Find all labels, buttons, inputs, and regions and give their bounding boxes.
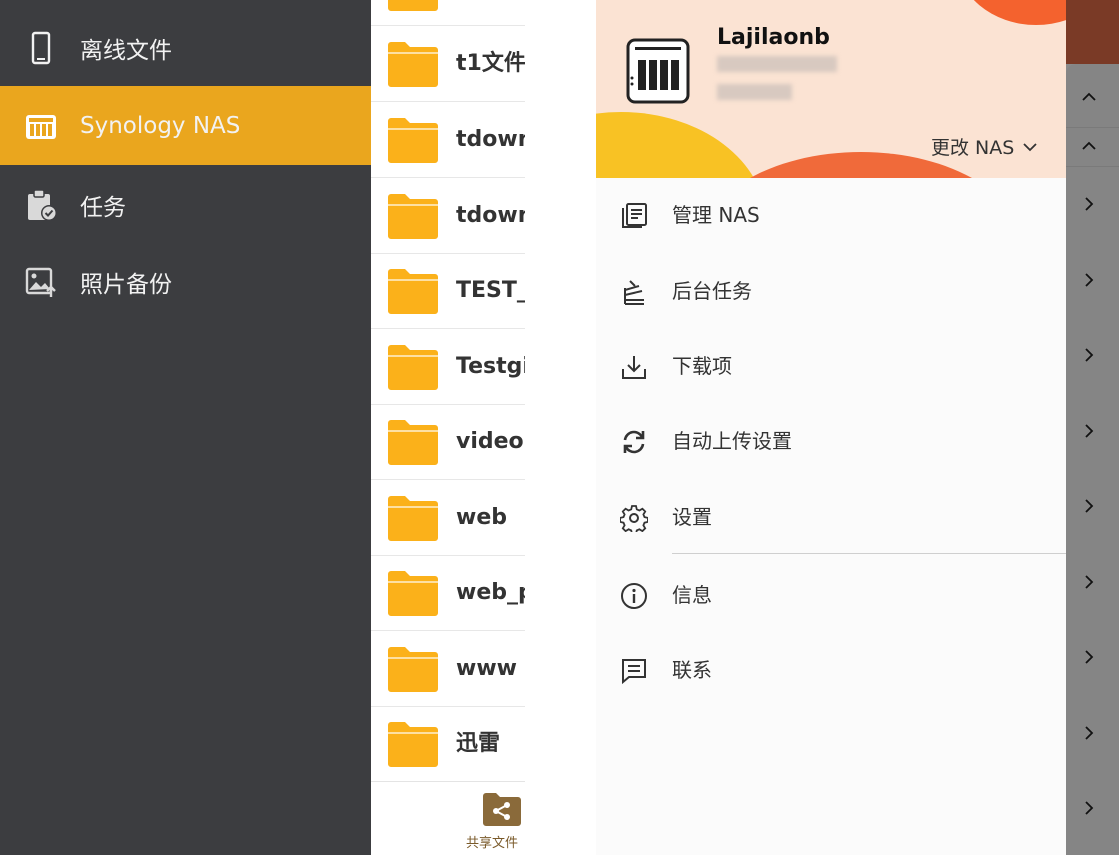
file-name: www (456, 656, 517, 681)
folder-icon (388, 345, 438, 390)
sidebar-item-label: Synology NAS (80, 112, 241, 139)
change-nas-label: 更改 NAS (931, 137, 1015, 159)
sidebar-item-offline-files[interactable]: 离线文件 (0, 8, 371, 87)
chevron-right-icon[interactable] (1082, 650, 1096, 664)
list-item[interactable] (371, 0, 525, 26)
drawer-gap (525, 0, 596, 855)
sidebar-item-label: 照片备份 (80, 271, 172, 298)
drawer-header: Lajilaonb 更改 NAS (596, 0, 1066, 178)
list-item[interactable]: t1文件 (371, 26, 525, 102)
chevron-down-icon (1023, 142, 1037, 151)
phone-icon (31, 31, 51, 64)
folder-icon (388, 420, 438, 465)
chevron-right-icon[interactable] (1082, 575, 1096, 589)
nas-drive-icon (26, 114, 56, 139)
menu-item-label: 自动上传设置 (672, 429, 792, 453)
file-name: Testgit (456, 354, 525, 379)
list-item[interactable]: web_p (371, 555, 525, 631)
divider (1066, 127, 1119, 128)
sidebar-item-synology-nas[interactable]: Synology NAS (0, 86, 371, 165)
header-decoration (596, 112, 766, 178)
chevron-up-icon[interactable] (1082, 139, 1096, 153)
file-name: web (456, 505, 507, 530)
divider (672, 553, 1066, 554)
folder-icon (388, 571, 438, 616)
menu-item-settings[interactable]: 设置 (596, 480, 1066, 555)
chevron-right-icon[interactable] (1082, 499, 1096, 513)
gear-icon (620, 505, 648, 532)
list-item[interactable]: tdownl (371, 178, 525, 254)
menu-item-label: 联系 (672, 658, 712, 682)
file-name: tdownl (456, 203, 525, 228)
download-icon (622, 356, 646, 379)
list-item[interactable]: Testgit (371, 329, 525, 405)
sync-icon (623, 430, 645, 454)
redacted-text (717, 56, 837, 72)
sidebar-item-tasks[interactable]: 任务 (0, 165, 371, 244)
folder-icon (388, 269, 438, 314)
menu-item-label: 信息 (672, 583, 712, 607)
nas-drawer: Lajilaonb 更改 NAS 管理 NAS 后台任务 下载项 自动上传设置 … (596, 0, 1066, 855)
file-name: video (456, 429, 524, 454)
menu-item-auto-upload[interactable]: 自动上传设置 (596, 404, 1066, 479)
chevron-right-icon[interactable] (1082, 273, 1096, 287)
divider (1066, 166, 1119, 167)
folder-icon (388, 194, 438, 239)
list-item[interactable]: video (371, 404, 525, 480)
menu-item-label: 管理 NAS (672, 203, 760, 227)
list-item[interactable]: www (371, 631, 525, 707)
folder-icon (388, 647, 438, 692)
sidebar-item-label: 离线文件 (80, 37, 172, 64)
manage-list-icon (622, 203, 647, 228)
header-decoration (956, 0, 1066, 25)
chevron-right-icon[interactable] (1082, 801, 1096, 815)
background-header (1066, 0, 1119, 64)
folder-icon (388, 722, 438, 767)
file-name: 迅雷 (456, 731, 501, 756)
redacted-text (717, 84, 792, 100)
photo-upload-icon (25, 267, 56, 297)
sidebar-item-label: 任务 (80, 194, 126, 221)
list-item[interactable]: 迅雷 (371, 706, 525, 782)
chevron-right-icon[interactable] (1082, 726, 1096, 740)
info-icon (621, 583, 647, 609)
menu-item-label: 下载项 (672, 354, 732, 378)
file-name: TEST_( (456, 278, 525, 303)
chevron-right-icon[interactable] (1082, 424, 1096, 438)
chevron-right-icon[interactable] (1082, 197, 1096, 211)
message-icon (622, 659, 646, 685)
background-tasks-icon (624, 280, 644, 305)
file-name: t1文件 (456, 51, 525, 76)
folder-icon (388, 42, 438, 87)
menu-item-info[interactable]: 信息 (596, 558, 1066, 633)
background-content (1066, 0, 1119, 855)
shared-folder-icon (483, 793, 521, 826)
menu-item-downloads[interactable]: 下载项 (596, 329, 1066, 404)
chevron-right-icon[interactable] (1082, 348, 1096, 362)
menu-item-manage-nas[interactable]: 管理 NAS (596, 178, 1066, 253)
tab-shared-files[interactable]: 共享文件 (371, 781, 525, 856)
change-nas-button[interactable]: 更改 NAS (931, 133, 1038, 160)
list-item[interactable]: TEST_( (371, 253, 525, 329)
sidebar: 离线文件 Synology NAS 任务 照片备份 (0, 0, 371, 855)
nas-device-icon (626, 38, 690, 104)
list-item[interactable]: tdownl (371, 102, 525, 178)
file-list: t1文件 tdownl tdownl TEST_( Testgit (371, 0, 525, 855)
sidebar-item-photo-backup[interactable]: 照片备份 (0, 242, 371, 321)
nas-name: Lajilaonb (717, 25, 830, 50)
folder-icon (388, 0, 438, 11)
menu-item-label: 后台任务 (672, 279, 752, 303)
menu-item-contact[interactable]: 联系 (596, 633, 1066, 708)
file-name: tdownl (456, 127, 525, 152)
tab-label: 共享文件 (466, 836, 519, 851)
menu-item-label: 设置 (672, 505, 712, 529)
clipboard-check-icon (28, 188, 57, 221)
folder-icon (388, 118, 438, 163)
folder-icon (388, 496, 438, 541)
chevron-up-icon[interactable] (1082, 90, 1096, 104)
file-name: web_p (456, 580, 525, 605)
menu-item-background-tasks[interactable]: 后台任务 (596, 254, 1066, 329)
list-item[interactable]: web (371, 480, 525, 556)
